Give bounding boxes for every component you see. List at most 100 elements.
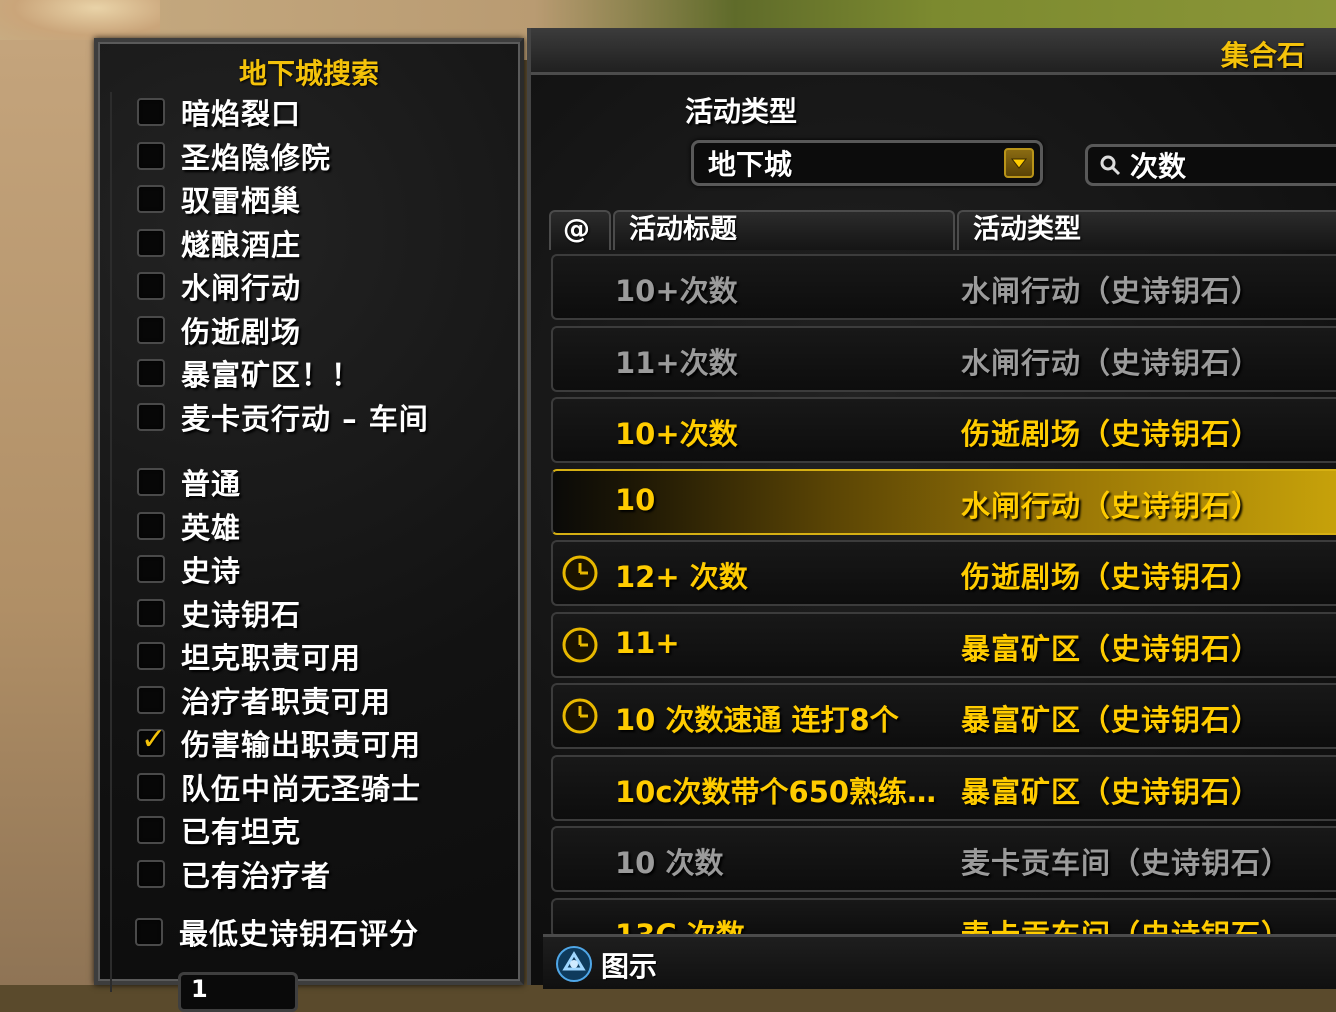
checkbox-label: 史诗	[181, 554, 242, 588]
checkbox[interactable]	[137, 228, 165, 257]
filter-checkbox-row[interactable]: 水闸行动	[137, 266, 301, 306]
filter-checkbox-row[interactable]: 普通	[137, 462, 241, 502]
checkbox-label: 麦卡贡行动 – 车间	[181, 401, 429, 436]
result-row[interactable]: 10+次数 水闸行动（史诗钥石）	[551, 254, 1336, 320]
checkbox[interactable]	[137, 402, 165, 431]
panel-title: 地下城搜索	[238, 57, 379, 90]
search-icon	[1098, 153, 1122, 177]
checkbox-label: 暴富矿区！！	[181, 358, 362, 392]
clock-icon	[562, 627, 598, 662]
checkbox[interactable]	[137, 315, 165, 344]
checkbox-label: 伤逝剧场	[181, 314, 302, 349]
checkbox[interactable]	[137, 598, 165, 627]
column-header-title[interactable]: 活动标题	[613, 210, 955, 250]
filter-checkbox-row[interactable]: ✓ 伤害输出职责可用	[137, 723, 421, 763]
result-row[interactable]: 10 次数速通 连打8个 暴富矿区（史诗钥石）	[551, 683, 1336, 749]
row-activity-title: 10+次数	[615, 274, 738, 308]
premade-groups-panel: 集合石 活动类型 地下城 次数 @ 活动标题 活动类型 10+次数 水闸行动（史诗…	[527, 28, 1336, 989]
checkbox-label: 水闸行动	[181, 271, 302, 305]
filter-checkbox-row[interactable]: 已有治疗者	[137, 854, 331, 894]
checkbox-label: 坦克职责可用	[181, 641, 362, 675]
checkbox-label: 已有坦克	[181, 815, 302, 849]
filter-list: 暗焰裂口圣焰隐修院驭雷栖巢燧酿酒庄水闸行动伤逝剧场暴富矿区！！ 麦卡贡行动 – 车…	[110, 92, 508, 992]
checkbox[interactable]	[137, 468, 165, 496]
checkbox[interactable]	[137, 859, 165, 888]
checkbox-label: 队伍中尚无圣骑士	[181, 771, 422, 806]
checkbox[interactable]	[137, 555, 165, 583]
search-value: 次数	[1130, 150, 1187, 183]
row-activity-title: 11+次数	[615, 345, 738, 380]
row-activity-title: 10 次数速通 连打8个	[615, 703, 899, 737]
checkbox[interactable]	[137, 772, 165, 801]
filter-checkbox-row[interactable]: 暴富矿区！！	[137, 353, 361, 393]
min-score-checkbox[interactable]	[135, 918, 163, 946]
filter-checkbox-row[interactable]: 驭雷栖巢	[137, 179, 301, 219]
filter-checkbox-row[interactable]: 暗焰裂口	[137, 92, 301, 132]
filter-checkbox-row[interactable]: 已有坦克	[137, 810, 301, 850]
panel-header: 集合石	[531, 28, 1336, 75]
chevron-down-icon[interactable]	[1004, 148, 1034, 178]
column-header-type[interactable]: 活动类型	[957, 210, 1336, 250]
result-row[interactable]: 10 次数 麦卡贡车间（史诗钥石）	[551, 826, 1336, 892]
column-header-at[interactable]: @	[549, 210, 611, 250]
row-activity-title: 11+	[615, 625, 680, 660]
checkbox[interactable]	[137, 141, 165, 170]
result-row[interactable]: 10c次数带个650熟练… 暴富矿区（史诗钥石）	[551, 754, 1336, 821]
dropdown-value: 地下城	[708, 148, 793, 181]
row-activity-type: 暴富矿区（史诗钥石）	[961, 703, 1262, 737]
checkbox[interactable]: ✓	[137, 725, 166, 757]
result-row[interactable]: 11+次数 水闸行动（史诗钥石）	[551, 325, 1336, 392]
checkbox[interactable]	[137, 185, 165, 213]
checkbox-label: 驭雷栖巢	[181, 184, 302, 218]
row-activity-type: 水闸行动（史诗钥石）	[961, 345, 1262, 380]
checkbox[interactable]	[137, 272, 165, 300]
filter-checkbox-row[interactable]: 伤逝剧场	[137, 310, 301, 350]
min-score-input[interactable]: 1	[178, 972, 298, 1012]
search-input[interactable]: 次数	[1085, 144, 1336, 186]
legend-bar: 图示	[543, 934, 1336, 989]
checkbox[interactable]	[137, 98, 165, 126]
checkbox[interactable]	[137, 685, 165, 714]
min-score-label: 最低史诗钥石评分	[179, 917, 420, 951]
filter-checkbox-row[interactable]: 燧酿酒庄	[137, 223, 301, 263]
row-activity-type: 暴富矿区（史诗钥石）	[961, 774, 1262, 809]
checkbox-label: 普通	[181, 467, 242, 501]
row-activity-title: 10	[615, 482, 656, 517]
result-row[interactable]: 12+ 次数 伤逝剧场（史诗钥石）	[551, 540, 1336, 606]
row-activity-title: 10+次数	[615, 417, 738, 451]
filter-checkbox-row[interactable]: 坦克职责可用	[137, 636, 361, 676]
checkbox[interactable]	[137, 642, 165, 670]
game-world-edge	[0, 40, 100, 985]
checkbox[interactable]	[137, 359, 165, 387]
result-row[interactable]: 11+ 暴富矿区（史诗钥石）	[551, 611, 1336, 678]
filter-checkbox-row[interactable]: 队伍中尚无圣骑士	[137, 767, 421, 807]
checkbox-label: 已有治疗者	[181, 858, 332, 893]
checkbox-label: 英雄	[181, 510, 242, 545]
clock-icon	[562, 555, 598, 591]
row-activity-type: 麦卡贡车间（史诗钥石）	[961, 846, 1292, 880]
filter-checkbox-row[interactable]: 圣焰隐修院	[137, 136, 331, 176]
checkbox-label: 暗焰裂口	[181, 97, 302, 131]
checkbox[interactable]	[137, 511, 165, 540]
checkbox-label: 伤害输出职责可用	[181, 728, 422, 762]
activity-type-label: 活动类型	[685, 95, 798, 128]
checkbox[interactable]	[137, 816, 165, 844]
legend-icon[interactable]	[555, 945, 593, 983]
checkmark-icon: ✓	[141, 722, 167, 757]
filter-checkbox-row[interactable]: 英雄	[137, 506, 241, 546]
row-activity-type: 伤逝剧场（史诗钥石）	[961, 417, 1262, 451]
filter-checkbox-row[interactable]: 麦卡贡行动 – 车间	[137, 397, 429, 437]
filter-checkbox-row[interactable]: 史诗钥石	[137, 593, 301, 633]
activity-type-dropdown[interactable]: 地下城	[691, 140, 1043, 186]
dungeon-search-panel: 地下城搜索 暗焰裂口圣焰隐修院驭雷栖巢燧酿酒庄水闸行动伤逝剧场暴富矿区！！ 麦卡贡…	[94, 38, 524, 1012]
min-score-row[interactable]: 最低史诗钥石评分	[135, 912, 419, 952]
legend-label: 图示	[601, 950, 658, 983]
checkbox-label: 史诗钥石	[181, 597, 302, 632]
result-row[interactable]: 13C 次数 麦卡贡车间（史诗钥石）	[551, 897, 1336, 938]
result-row[interactable]: 10+次数 伤逝剧场（史诗钥石）	[551, 397, 1336, 463]
row-activity-type: 暴富矿区（史诗钥石）	[961, 631, 1262, 666]
filter-checkbox-row[interactable]: 治疗者职责可用	[137, 680, 391, 720]
result-row[interactable]: 10 水闸行动（史诗钥石）	[551, 468, 1336, 535]
filter-checkbox-row[interactable]: 史诗	[137, 549, 241, 589]
checkbox-label: 燧酿酒庄	[181, 227, 302, 262]
